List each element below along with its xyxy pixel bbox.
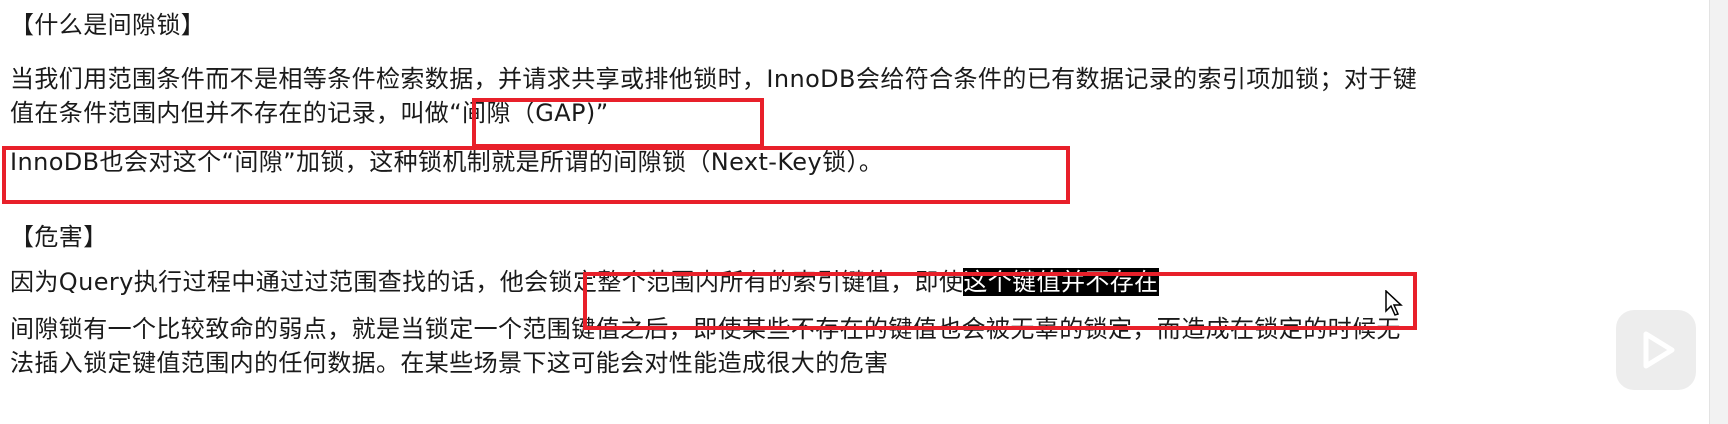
section-heading-gap-lock: 【什么是间隙锁】 <box>10 11 206 39</box>
paragraph-line: 值在条件范围内但并不存在的记录，叫做“间隙（GAP)” <box>10 96 609 130</box>
highlighted-line-innodb-gap-lock: InnoDB也会对这个“间隙”加锁，这种锁机制就是所谓的间隙锁（Next-Key… <box>10 148 884 176</box>
play-button[interactable] <box>1616 310 1696 390</box>
paragraph-line: 法插入锁定键值范围内的任何数据。在某些场景下这可能会对性能造成很大的危害 <box>10 349 889 377</box>
vertical-scrollbar[interactable] <box>1709 0 1728 424</box>
selected-text[interactable]: 这个键值并不存在 <box>963 268 1159 296</box>
highlighted-text-lock-range: 他会锁定整个范围内所有的索引键值，即使 <box>499 268 964 296</box>
play-icon <box>1634 328 1678 372</box>
paragraph-line: 因为Query执行过程中通过过范围查找的话，他会锁定整个范围内所有的索引键值，即… <box>10 265 1159 299</box>
paragraph-line: 间隙锁有一个比较致命的弱点，就是当锁定一个范围键值之后，即使某些不存在的键值也会… <box>10 315 1401 343</box>
text-span: 因为Query执行过程中通过过范围查找的话， <box>10 268 500 296</box>
section-heading-harm: 【危害】 <box>10 223 108 251</box>
highlighted-text-gap: 叫做“间隙（GAP)” <box>400 99 609 127</box>
text-span: 值在条件范围内但并不存在的记录， <box>10 99 401 127</box>
paragraph-line: 当我们用范围条件而不是相等条件检索数据，并请求共享或排他锁时，InnoDB会给符… <box>10 65 1418 93</box>
